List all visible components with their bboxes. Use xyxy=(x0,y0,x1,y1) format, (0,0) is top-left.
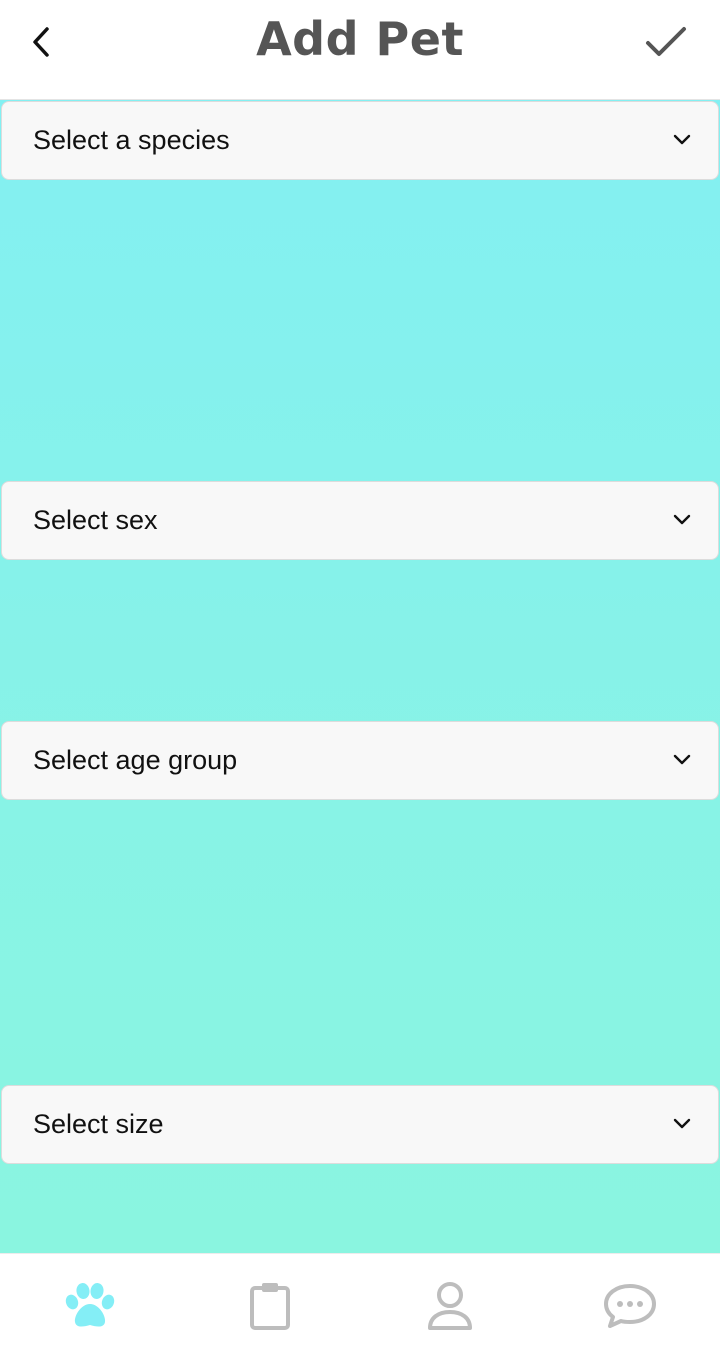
chevron-down-icon xyxy=(673,754,691,765)
size-select[interactable]: Select size xyxy=(1,1085,719,1164)
page-title: Add Pet xyxy=(256,12,464,66)
sex-select-label: Select sex xyxy=(33,505,158,535)
save-button[interactable] xyxy=(638,14,694,70)
chevron-down-icon xyxy=(673,1118,691,1129)
bottom-navigation xyxy=(0,1253,720,1358)
chevron-down-icon xyxy=(673,134,691,145)
add-pet-screen: Add Pet Select a species Select sex Sele… xyxy=(0,0,720,1358)
tab-messages[interactable] xyxy=(540,1254,720,1358)
tab-profile[interactable] xyxy=(360,1254,540,1358)
chat-bubble-icon xyxy=(604,1284,656,1328)
species-select-label: Select a species xyxy=(33,125,230,155)
chevron-down-icon xyxy=(673,514,691,525)
form-area: Select a species Select sex Select age g… xyxy=(0,100,720,1253)
age-group-select-label: Select age group xyxy=(33,745,238,775)
sex-select[interactable]: Select sex xyxy=(1,481,719,560)
age-group-select[interactable]: Select age group xyxy=(1,721,719,800)
top-bar: Add Pet xyxy=(0,0,720,100)
size-select-label: Select size xyxy=(33,1109,164,1139)
person-icon xyxy=(428,1282,472,1330)
species-select[interactable]: Select a species xyxy=(1,101,719,180)
clipboard-icon xyxy=(250,1283,290,1330)
paw-icon xyxy=(65,1283,115,1327)
tab-pets[interactable] xyxy=(0,1254,180,1358)
checkmark-icon xyxy=(646,27,686,56)
tab-tasks[interactable] xyxy=(180,1254,360,1358)
